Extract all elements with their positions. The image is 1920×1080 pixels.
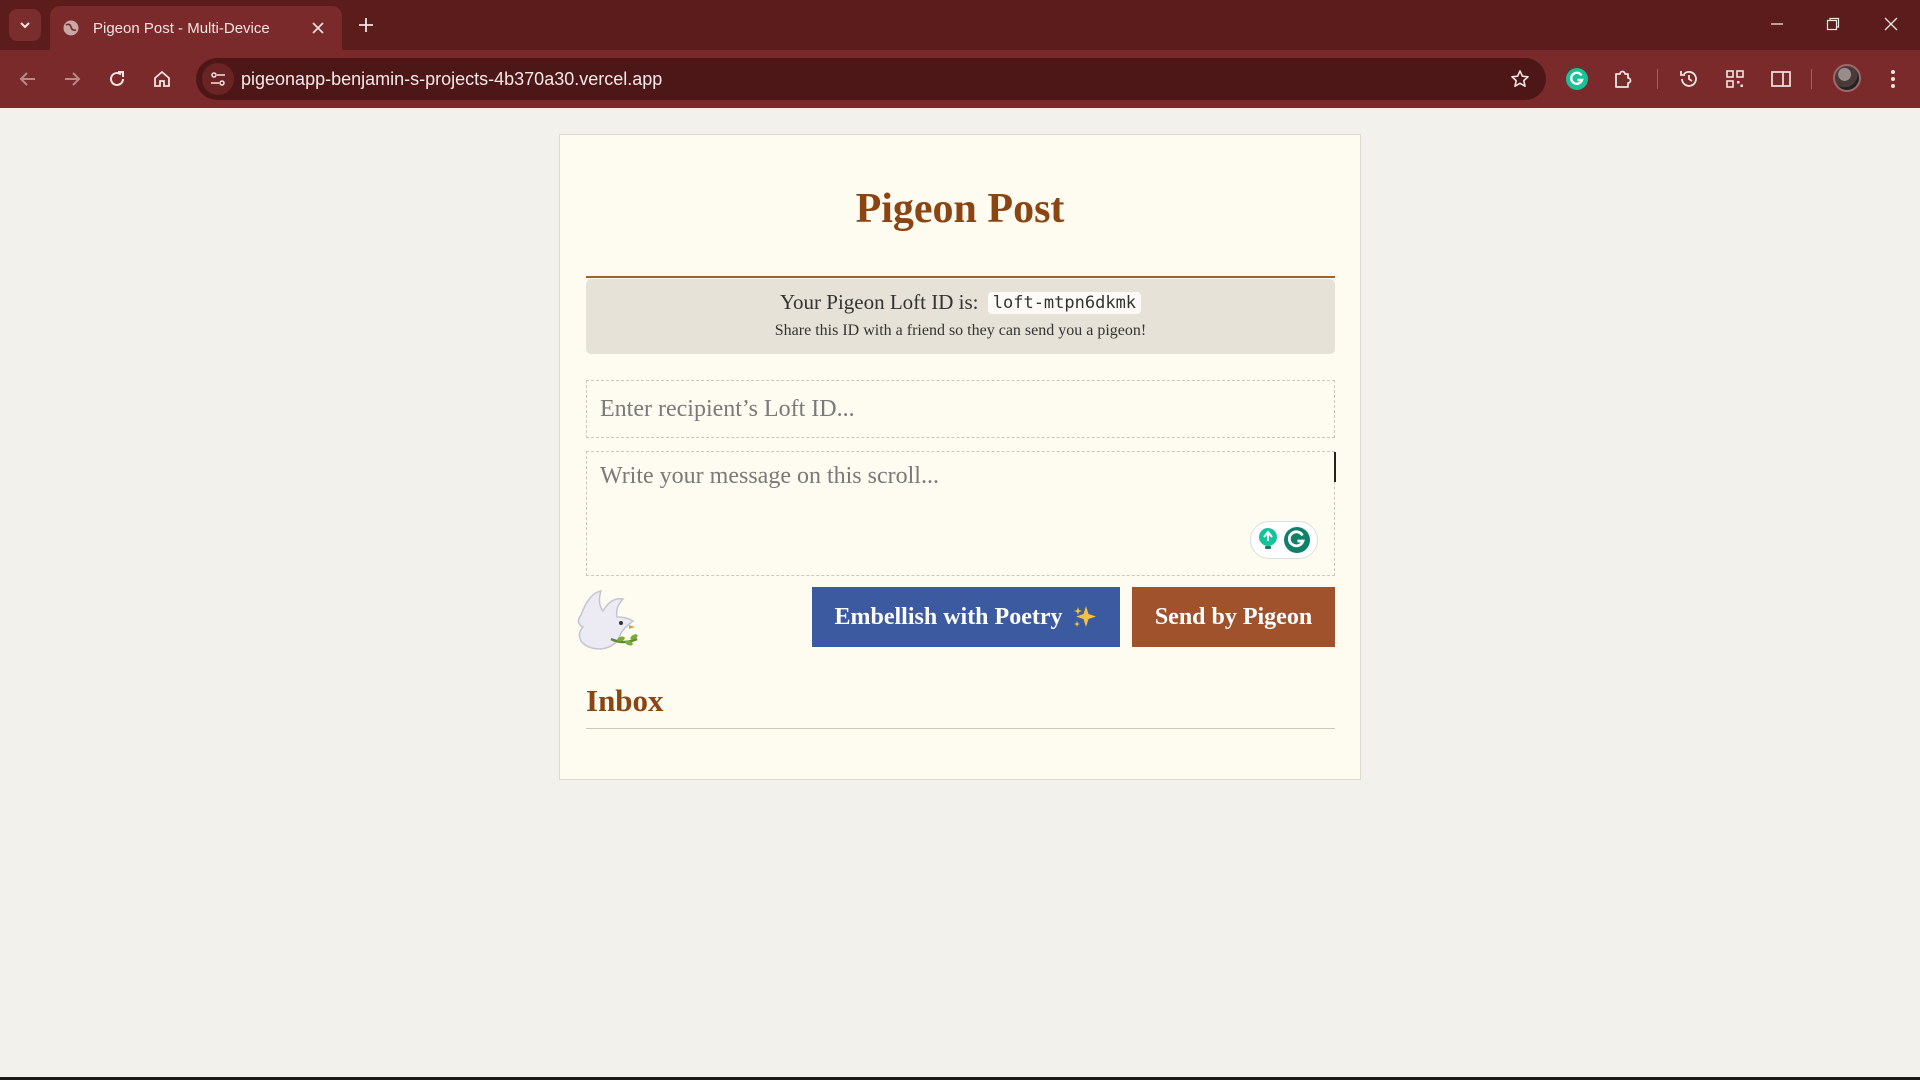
reload-icon[interactable] — [100, 62, 134, 96]
arrow-left-icon[interactable] — [11, 62, 45, 96]
embellish-poetry-button[interactable]: Embellish with Poetry — [812, 587, 1120, 647]
loft-id-label: Your Pigeon Loft ID is: — [779, 290, 979, 314]
tune-icon[interactable] — [202, 63, 234, 95]
message-textarea[interactable] — [586, 451, 1335, 576]
text-caret — [1334, 452, 1336, 482]
globe-icon — [62, 19, 80, 37]
tab-title: Pigeon Post - Multi-Device — [93, 19, 270, 37]
tab-strip: Pigeon Post - Multi-Device — [0, 0, 1920, 50]
active-tab[interactable]: Pigeon Post - Multi-Device — [50, 6, 342, 50]
sidebar-icon[interactable] — [1765, 63, 1797, 95]
grammarly-widget[interactable] — [1250, 521, 1318, 559]
poetry-button-label: Embellish with Poetry — [834, 603, 1063, 630]
toolbar-divider-2 — [1811, 69, 1812, 89]
dove-icon — [571, 587, 643, 657]
browser-toolbar: pigeonapp-benjamin-s-projects-4b370a30.v… — [0, 50, 1920, 108]
grammarly-icon[interactable] — [1561, 63, 1593, 95]
send-by-pigeon-button[interactable]: Send by Pigeon — [1132, 587, 1335, 647]
loft-id-hint: Share this ID with a friend so they can … — [774, 322, 1147, 339]
restore-icon[interactable] — [1813, 8, 1853, 40]
history-icon[interactable] — [1673, 63, 1705, 95]
title-divider — [586, 276, 1335, 278]
minimize-icon[interactable] — [1757, 8, 1797, 40]
inbox-divider — [586, 728, 1335, 729]
tab-search-button[interactable] — [9, 9, 41, 41]
plus-icon[interactable] — [353, 12, 379, 38]
close-window-icon[interactable] — [1871, 8, 1911, 40]
qr-icon[interactable] — [1719, 63, 1751, 95]
grammarly-icon[interactable] — [1282, 525, 1312, 555]
loft-id-line: Your Pigeon Loft ID is: loft-mtpn6dkmk — [586, 290, 1335, 315]
loft-id-value: loft-mtpn6dkmk — [987, 292, 1142, 314]
page-viewport: Pigeon Post Your Pigeon Loft ID is: loft… — [0, 108, 1920, 1078]
avatar[interactable] — [1833, 64, 1861, 92]
app-card: Pigeon Post Your Pigeon Loft ID is: loft… — [559, 134, 1361, 780]
puzzle-icon[interactable] — [1607, 63, 1639, 95]
star-icon[interactable] — [1508, 67, 1532, 91]
recipient-input[interactable] — [586, 380, 1335, 438]
lightbulb-icon[interactable] — [1256, 526, 1280, 554]
chevron-down-icon — [20, 22, 30, 29]
close-icon[interactable] — [308, 18, 328, 38]
kebab-menu-icon[interactable] — [1877, 63, 1909, 95]
page-title: Pigeon Post — [855, 186, 1065, 232]
arrow-right-icon[interactable] — [55, 62, 89, 96]
loft-id-panel: Your Pigeon Loft ID is: loft-mtpn6dkmk S… — [586, 279, 1335, 354]
address-bar[interactable]: pigeonapp-benjamin-s-projects-4b370a30.v… — [196, 58, 1546, 100]
sparkles-icon — [1072, 604, 1098, 630]
home-icon[interactable] — [145, 62, 179, 96]
toolbar-divider — [1657, 69, 1658, 89]
url-text[interactable]: pigeonapp-benjamin-s-projects-4b370a30.v… — [241, 69, 662, 90]
inbox-heading: Inbox — [586, 683, 664, 718]
